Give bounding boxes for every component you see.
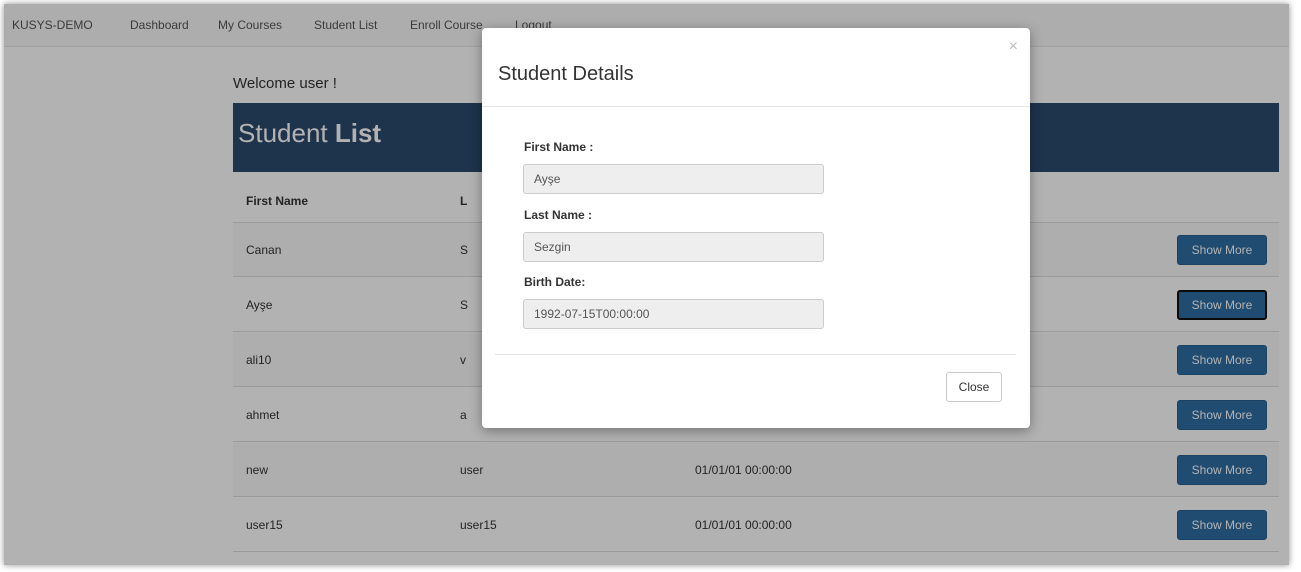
modal-header: Student Details × xyxy=(482,28,1030,107)
browser-viewport: KUSYS-DEMO Dashboard My Courses Student … xyxy=(4,4,1289,565)
last-name-label: Last Name : xyxy=(524,208,593,222)
birth-date-label: Birth Date: xyxy=(524,275,586,289)
close-button[interactable]: Close xyxy=(946,372,1002,402)
first-name-label: First Name : xyxy=(524,140,594,154)
birth-date-field[interactable] xyxy=(523,299,824,329)
first-name-field[interactable] xyxy=(523,164,824,194)
modal-footer-divider xyxy=(495,354,1016,355)
student-details-modal: Student Details × First Name : Last Name… xyxy=(482,28,1030,428)
close-icon[interactable]: × xyxy=(1009,38,1018,56)
last-name-field[interactable] xyxy=(523,232,824,262)
modal-title: Student Details xyxy=(498,63,634,85)
